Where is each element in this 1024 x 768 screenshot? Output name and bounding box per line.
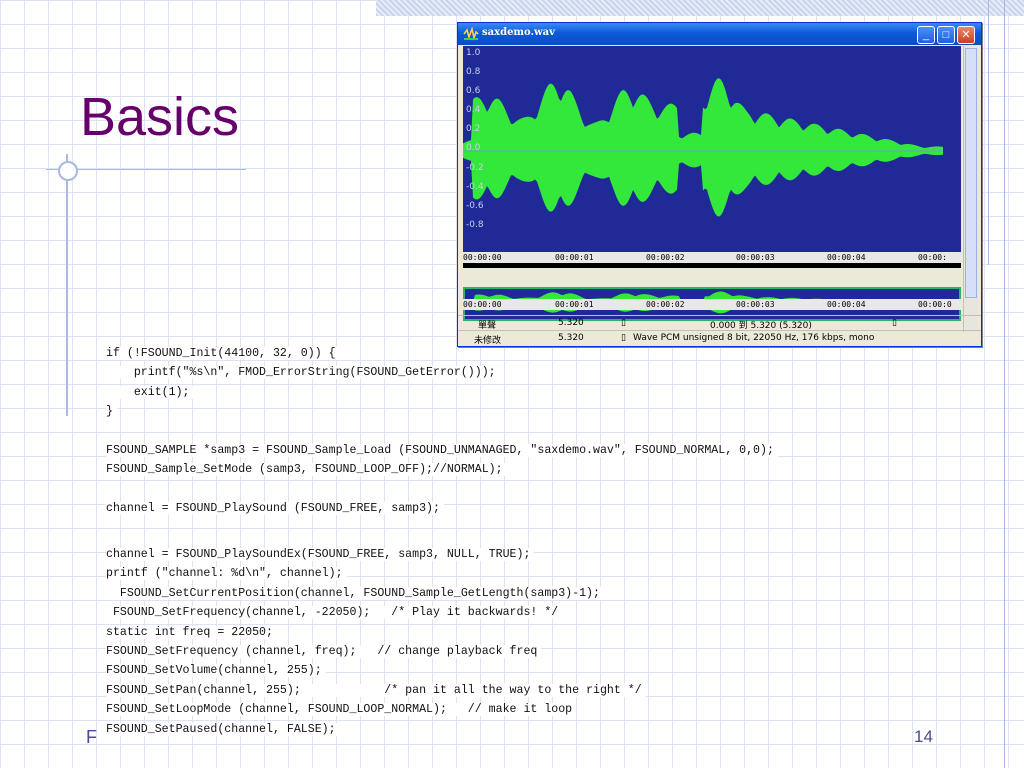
code-line: } [106, 405, 117, 418]
waveform-envelope [463, 78, 943, 217]
amplitude-tick: -0.2 [466, 163, 484, 173]
wave-editor-window: saxdemo.wav _ □ ✕ 1.0 0.8 0.6 0.4 0.2 0.… [457, 22, 982, 347]
amplitude-tick: 0.8 [466, 67, 481, 77]
time-tick: 00:00:02 [646, 253, 685, 262]
crosshair-ornament [58, 161, 78, 181]
code-line: exit(1); [106, 386, 194, 399]
window-title: saxdemo.wav [482, 27, 555, 38]
close-button[interactable]: ✕ [957, 26, 975, 44]
code-line: if (!FSOUND_Init(44100, 32, 0)) { [106, 347, 340, 360]
waveform-view[interactable]: 1.0 0.8 0.6 0.4 0.2 0.0 -0.2 -0.4 -0.6 -… [463, 46, 961, 268]
footer-text: F [86, 727, 97, 747]
amplitude-tick: 0.0 [466, 143, 481, 153]
format-info: Wave PCM unsigned 8 bit, 22050 Hz, 176 k… [633, 333, 875, 343]
time-tick: 00:00:00 [463, 300, 502, 309]
time-tick: 00:00:0 [918, 300, 952, 309]
minimize-button[interactable]: _ [917, 26, 935, 44]
header-pattern-band [376, 0, 1024, 16]
time-tick: 00:00: [918, 253, 947, 262]
field-icon: ▯ [621, 318, 626, 328]
page-number: 14 [914, 727, 933, 746]
decorative-line [66, 154, 68, 416]
time-tick: 00:00:01 [555, 253, 594, 262]
time-tick: 00:00:03 [736, 253, 775, 262]
code-line: printf ("channel: %d\n", channel); [106, 567, 347, 580]
code-line: FSOUND_SetPan(channel, 255); /* pan it a… [106, 684, 646, 697]
code-line: FSOUND_SAMPLE *samp3 = FSOUND_Sample_Loa… [106, 444, 778, 457]
field-icon: ▯ [621, 333, 626, 343]
code-line: FSOUND_SetLoopMode (channel, FSOUND_LOOP… [106, 703, 577, 716]
slide-title: Basics [80, 87, 240, 147]
modified-label: 未修改 [474, 336, 502, 346]
time-ruler: 00:00:00 00:00:01 00:00:02 00:00:03 00:0… [463, 252, 961, 263]
code-line: FSOUND_Sample_SetMode (samp3, FSOUND_LOO… [106, 463, 507, 476]
overview-time-ruler: 00:00:00 00:00:01 00:00:02 00:00:03 00:0… [463, 299, 961, 310]
time-tick: 00:00:01 [555, 300, 594, 309]
maximize-button[interactable]: □ [937, 26, 955, 44]
amplitude-tick: 0.6 [466, 86, 481, 96]
time-tick: 00:00:02 [646, 300, 685, 309]
time-tick: 00:00:03 [736, 300, 775, 309]
amplitude-tick: 0.4 [466, 105, 481, 115]
vertical-scrollbar[interactable] [963, 46, 978, 332]
code-line: FSOUND_SetFrequency(channel, -22050); /*… [106, 606, 563, 619]
amplitude-tick: 0.2 [466, 124, 481, 134]
decorative-line [988, 0, 989, 265]
amplitude-tick: -0.8 [466, 220, 484, 230]
waveform-graphic [463, 78, 943, 217]
scrollbar-thumb[interactable] [965, 48, 977, 298]
time-tick: 00:00:00 [463, 253, 502, 262]
length-value: 5.320 [558, 318, 584, 328]
time-tick: 00:00:04 [827, 253, 866, 262]
length-value: 5.320 [558, 333, 584, 343]
amplitude-tick: -0.4 [466, 182, 484, 192]
status-row: 單聲 5.320 ▯ 0.000 到 5.320 (5.320) ▯ [458, 315, 981, 331]
amplitude-tick: -0.6 [466, 201, 484, 211]
field-icon: ▯ [892, 318, 897, 328]
window-titlebar[interactable]: saxdemo.wav _ □ ✕ [458, 23, 981, 45]
wave-app-icon [463, 27, 479, 41]
status-row: 未修改 5.320 ▯ Wave PCM unsigned 8 bit, 220… [458, 330, 981, 346]
code-line: FSOUND_SetPaused(channel, FALSE); [106, 723, 340, 736]
code-line: printf("%s\n", FMOD_ErrorString(FSOUND_G… [106, 366, 500, 379]
amplitude-tick: 1.0 [466, 48, 481, 58]
decorative-line [1004, 0, 1005, 768]
code-line: static int freq = 22050; [106, 626, 277, 639]
code-line: FSOUND_SetCurrentPosition(channel, FSOUN… [106, 587, 604, 600]
code-line: channel = FSOUND_PlaySoundEx(FSOUND_FREE… [106, 548, 535, 561]
time-tick: 00:00:04 [827, 300, 866, 309]
code-line: channel = FSOUND_PlaySound (FSOUND_FREE,… [106, 502, 444, 515]
code-line: FSOUND_SetFrequency (channel, freq); // … [106, 645, 542, 658]
code-line: FSOUND_SetVolume(channel, 255); [106, 664, 326, 677]
